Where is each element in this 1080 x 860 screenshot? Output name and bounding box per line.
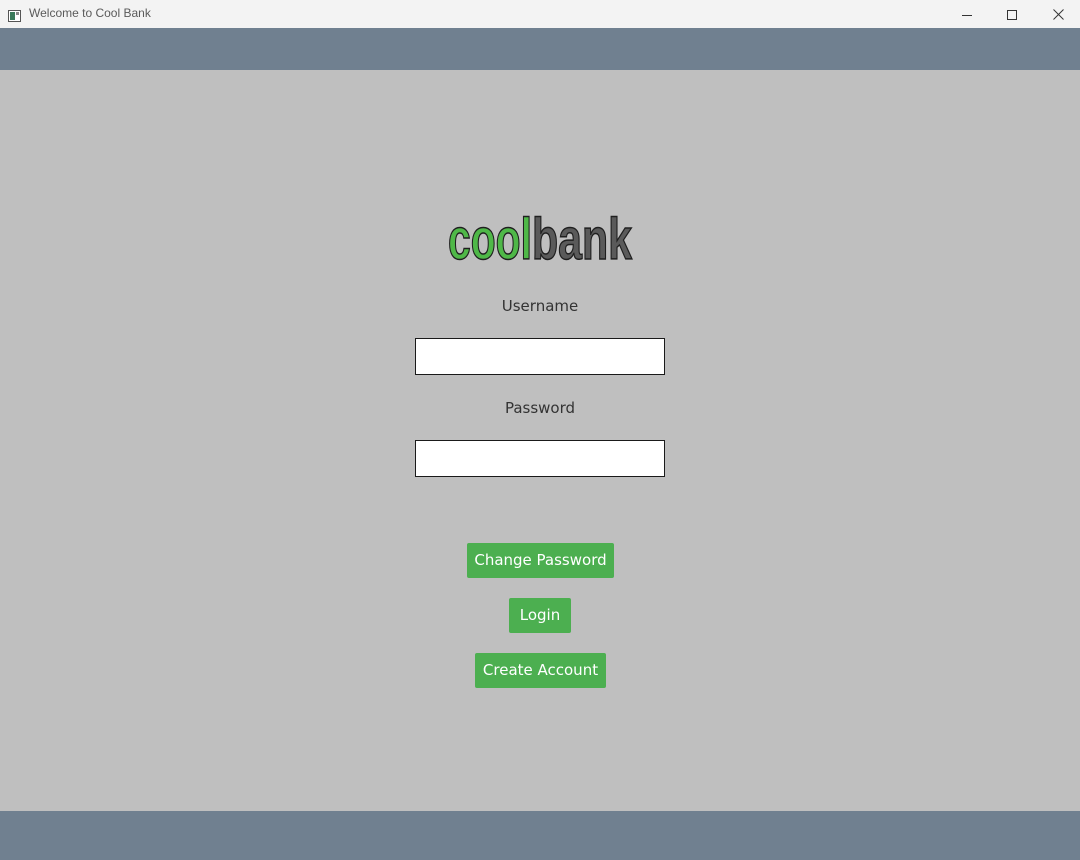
minimize-button[interactable] [944, 0, 990, 28]
create-account-button[interactable]: Create Account [475, 653, 606, 688]
app-icon [8, 7, 21, 22]
maximize-icon [1007, 5, 1017, 24]
coolbank-logo: cool bank [446, 203, 636, 265]
username-input[interactable] [415, 338, 665, 375]
window-title: Welcome to Cool Bank [29, 6, 151, 20]
change-password-button[interactable]: Change Password [467, 543, 614, 578]
password-label: Password [504, 399, 576, 417]
minimize-icon [962, 5, 972, 24]
title-bar: Welcome to Cool Bank [0, 0, 1080, 28]
app-window: Welcome to Cool Bank cool bank Username … [0, 0, 1080, 860]
login-button[interactable]: Login [509, 598, 571, 633]
close-icon [1052, 5, 1064, 24]
footer-bar [0, 811, 1080, 860]
close-button[interactable] [1035, 0, 1080, 28]
logo-text-bank: bank [532, 207, 633, 265]
logo-text-cool: cool [448, 207, 532, 265]
password-input[interactable] [415, 440, 665, 477]
header-bar [0, 28, 1080, 70]
username-label: Username [501, 297, 579, 315]
maximize-button[interactable] [989, 0, 1035, 28]
